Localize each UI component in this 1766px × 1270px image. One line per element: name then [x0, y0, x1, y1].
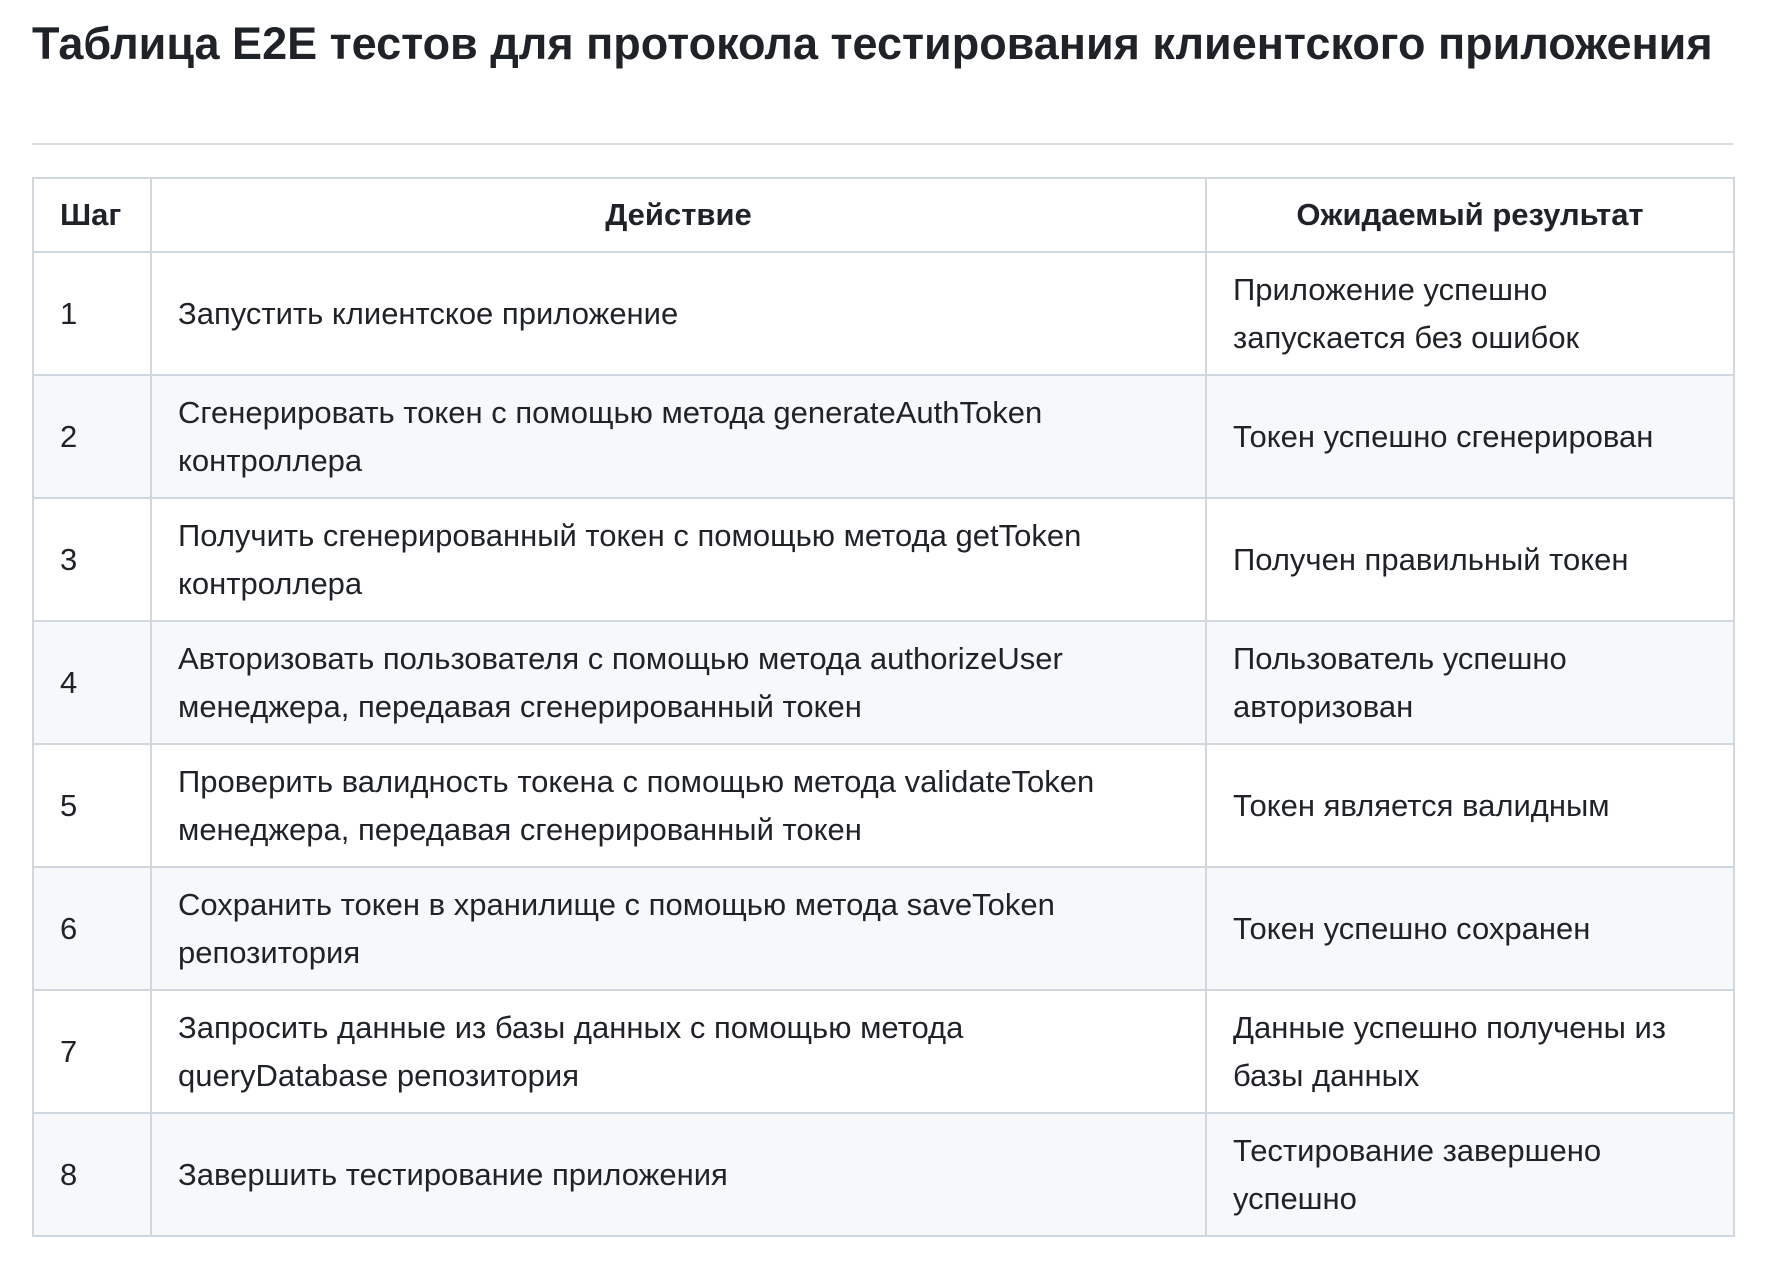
step-number: 7	[32, 989, 152, 1114]
step-expected-result: Данные успешно получены из базы данных	[1205, 989, 1735, 1114]
step-expected-result: Приложение успешно запускается без ошибо…	[1205, 251, 1735, 376]
header-row: Шаг Действие Ожидаемый результат	[32, 177, 1735, 253]
step-action: Авторизовать пользователя с помощью мето…	[150, 620, 1207, 745]
step-expected-result: Токен успешно сгенерирован	[1205, 374, 1735, 499]
title-divider	[32, 143, 1733, 145]
header-step: Шаг	[32, 177, 152, 253]
step-number: 6	[32, 866, 152, 991]
step-number: 8	[32, 1112, 152, 1237]
step-number: 4	[32, 620, 152, 745]
page-title: Таблица E2E тестов для протокола тестиро…	[32, 18, 1713, 69]
table-row: 7 Запросить данные из базы данных с помо…	[32, 989, 1735, 1114]
document-page: Таблица E2E тестов для протокола тестиро…	[0, 0, 1766, 1270]
step-expected-result: Токен успешно сохранен	[1205, 866, 1735, 991]
step-action: Запросить данные из базы данных с помощь…	[150, 989, 1207, 1114]
table-row: 6 Сохранить токен в хранилище с помощью …	[32, 866, 1735, 991]
table-row: 1 Запустить клиентское приложение Прилож…	[32, 251, 1735, 376]
table-row: 3 Получить сгенерированный токен с помощ…	[32, 497, 1735, 622]
e2e-test-table: Шаг Действие Ожидаемый результат 1 Запус…	[32, 177, 1735, 1237]
step-action: Проверить валидность токена с помощью ме…	[150, 743, 1207, 868]
table-row: 8 Завершить тестирование приложения Тест…	[32, 1112, 1735, 1237]
table-row: 4 Авторизовать пользователя с помощью ме…	[32, 620, 1735, 745]
step-number: 5	[32, 743, 152, 868]
table-row: 5 Проверить валидность токена с помощью …	[32, 743, 1735, 868]
step-number: 1	[32, 251, 152, 376]
header-action: Действие	[150, 177, 1207, 253]
step-action: Завершить тестирование приложения	[150, 1112, 1207, 1237]
step-action: Запустить клиентское приложение	[150, 251, 1207, 376]
header-expected-result: Ожидаемый результат	[1205, 177, 1735, 253]
step-action: Сгенерировать токен с помощью метода gen…	[150, 374, 1207, 499]
step-action: Получить сгенерированный токен с помощью…	[150, 497, 1207, 622]
table-header: Шаг Действие Ожидаемый результат	[32, 177, 1735, 253]
table-row: 2 Сгенерировать токен с помощью метода g…	[32, 374, 1735, 499]
step-expected-result: Токен является валидным	[1205, 743, 1735, 868]
step-expected-result: Получен правильный токен	[1205, 497, 1735, 622]
step-number: 3	[32, 497, 152, 622]
step-expected-result: Пользователь успешно авторизован	[1205, 620, 1735, 745]
step-number: 2	[32, 374, 152, 499]
table-body: 1 Запустить клиентское приложение Прилож…	[32, 251, 1735, 1237]
step-expected-result: Тестирование завершено успешно	[1205, 1112, 1735, 1237]
step-action: Сохранить токен в хранилище с помощью ме…	[150, 866, 1207, 991]
